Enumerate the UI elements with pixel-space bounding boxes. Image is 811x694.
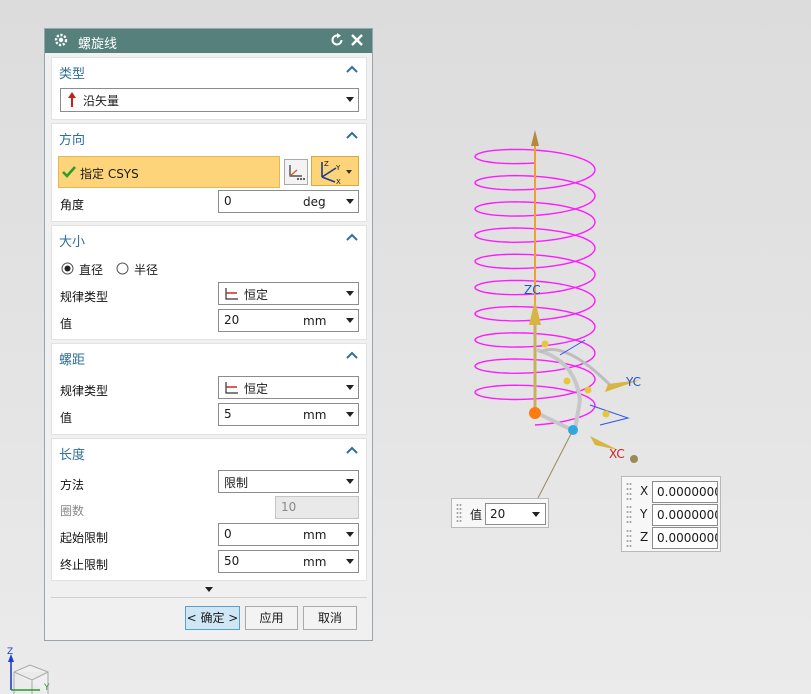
x-coord-value: 0.0000000 (657, 485, 718, 499)
dropdown-caret-icon[interactable] (532, 512, 540, 517)
x-coord-label: X (640, 484, 649, 498)
zc-label: ZC (524, 283, 541, 297)
yc-label: YC (625, 375, 641, 389)
zc-arrow-icon[interactable] (529, 300, 541, 325)
rotate-handle-dot[interactable] (563, 377, 571, 385)
grip-icon[interactable] (456, 503, 462, 525)
y-coord-value: 0.0000000 (657, 508, 718, 522)
axis-arrow-icon (531, 130, 539, 146)
leader-line (537, 429, 574, 499)
grip-icon[interactable] (626, 481, 632, 549)
view-triad: Z Y (7, 647, 50, 694)
viewport-graphics[interactable]: ZC YC XC Z Y (0, 0, 811, 694)
origin-handle[interactable] (529, 407, 541, 419)
z-coord-label: Z (640, 530, 649, 544)
value-popup-value: 20 (490, 507, 506, 521)
triad-y-label: Y (43, 683, 50, 693)
rotate-handle-dot[interactable] (584, 386, 592, 394)
rotate-handle-dot[interactable] (602, 410, 610, 418)
value-popup-input[interactable]: 20 (485, 503, 546, 525)
rotate-handle-dot[interactable] (541, 340, 549, 348)
value-popup: 值 20 (451, 498, 549, 528)
triad-z-label: Z (7, 647, 13, 657)
x-coord-input[interactable]: 0.0000000 (652, 481, 718, 503)
xc-end-handle[interactable] (630, 455, 638, 463)
z-coord-input[interactable]: 0.0000000 (652, 527, 718, 549)
y-coord-input[interactable]: 0.0000000 (652, 504, 718, 526)
z-coord-value: 0.0000000 (657, 531, 718, 545)
value-popup-label: 值 (470, 508, 483, 522)
coordinate-popup: X 0.0000000 Y 0.0000000 Z 0.0000000 (621, 476, 721, 552)
y-coord-label: Y (640, 507, 648, 521)
xc-label: XC (609, 447, 625, 461)
